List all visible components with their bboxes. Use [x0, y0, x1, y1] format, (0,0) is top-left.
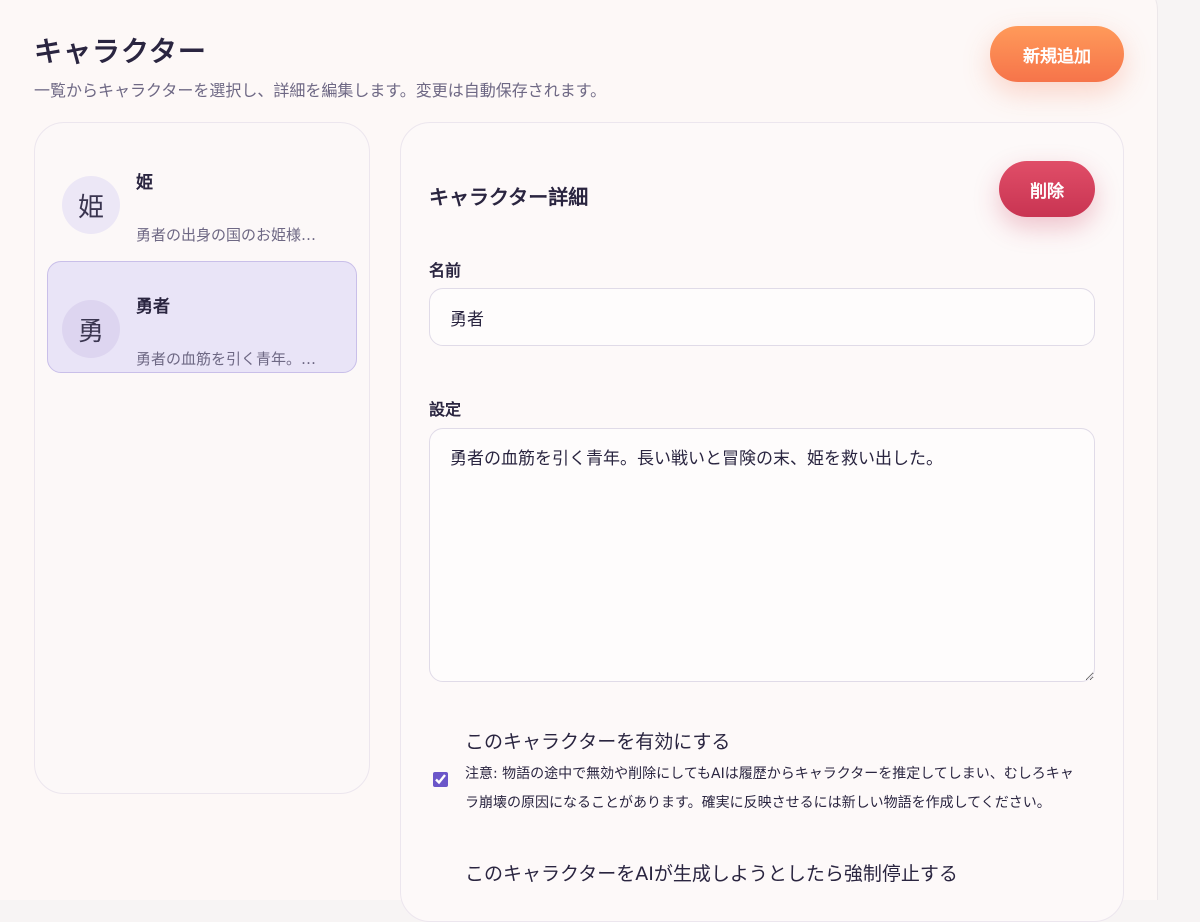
setting-textarea[interactable]: 勇者の血筋を引く青年。長い戦いと冒険の末、姫を救い出した。: [429, 428, 1095, 682]
avatar: 勇: [62, 300, 120, 358]
enable-note: 注意: 物語の途中で無効や削除にしてもAIは履歴からキャラクターを推定してしまい…: [465, 766, 1074, 811]
add-character-button[interactable]: 新規追加: [990, 26, 1124, 82]
force-stop-label: このキャラクターをAIが生成しようとしたら強制停止する: [465, 863, 958, 885]
character-name: 姫: [136, 173, 153, 193]
name-input[interactable]: [429, 288, 1095, 346]
detail-title: キャラクター詳細: [429, 185, 589, 209]
delete-button[interactable]: 削除: [999, 161, 1095, 217]
character-description: 勇者の血筋を引く青年。…: [136, 350, 317, 368]
page-subtitle: 一覧からキャラクターを選択し、詳細を編集します。変更は自動保存されます。: [34, 81, 607, 100]
character-description: 勇者の出身の国のお姫様…: [136, 226, 317, 244]
character-detail-card: キャラクター詳細 削除 名前 設定 勇者の血筋を引く青年。長い戦いと冒険の末、姫…: [400, 122, 1124, 922]
character-name: 勇者: [136, 297, 170, 317]
avatar: 姫: [62, 176, 120, 234]
name-label: 名前: [429, 261, 462, 280]
character-list: 姫 姫 勇者の出身の国のお姫様… 勇 勇者 勇者の血筋を引く青年。…: [34, 122, 370, 794]
character-item-yusha[interactable]: 勇 勇者 勇者の血筋を引く青年。…: [47, 261, 357, 373]
enable-label: このキャラクターを有効にする: [465, 731, 731, 753]
character-item-hime[interactable]: 姫 姫 勇者の出身の国のお姫様…: [47, 137, 357, 249]
setting-label: 設定: [429, 400, 462, 419]
page-title: キャラクター: [34, 35, 207, 68]
enable-checkbox[interactable]: [433, 772, 448, 787]
characters-panel: キャラクター 一覧からキャラクターを選択し、詳細を編集します。変更は自動保存され…: [0, 0, 1158, 922]
